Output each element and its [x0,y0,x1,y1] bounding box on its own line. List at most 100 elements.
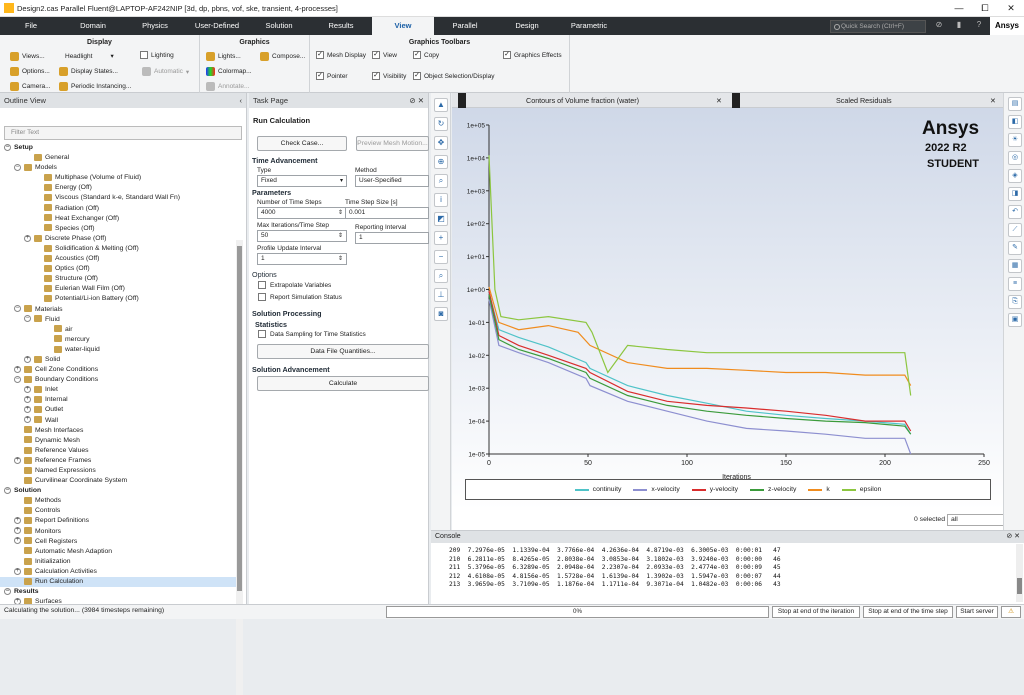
report-icon[interactable]: ▦ [1008,259,1022,273]
pointer-tool-icon[interactable]: ▲ [434,98,448,112]
rotate-tool-icon[interactable]: ↻ [434,117,448,131]
axes-icon[interactable]: ⊥ [434,288,448,302]
tree-item[interactable]: + Monitors [0,527,236,537]
display-icon[interactable]: ◧ [1008,115,1022,129]
mirror-icon[interactable]: ◨ [1008,187,1022,201]
tree-item[interactable]: Initialization [0,557,236,567]
zoom-tool-icon[interactable]: ⊕ [434,155,448,169]
start-server-button[interactable]: Start server [956,606,998,618]
mesh-display-checkbox[interactable]: ✓ Mesh Display [316,51,366,59]
collapse-icon[interactable]: − [24,315,31,323]
tree-item[interactable]: − Solution [0,486,236,496]
light-icon[interactable]: ☀ [1008,133,1022,147]
profile-update-input[interactable]: 1 ⇕ [257,253,347,265]
tab-user-defined[interactable]: User-Defined [186,17,248,35]
colormap-button[interactable]: Colormap... [206,67,252,76]
residuals-graphics-window[interactable]: 1e-05 1e-04 1e-03 1e-02 1e-01 1e+00 1e+01 1e+02… [452,108,1003,510]
tree-item[interactable]: Species (Off) [0,224,236,234]
legend-icon[interactable]: ≡ [1008,277,1022,291]
zoom-in-icon[interactable]: + [434,231,448,245]
view-front-icon[interactable]: ◎ [1008,151,1022,165]
lighting-checkbox[interactable]: Lighting [140,51,174,59]
stop-time-step-button[interactable]: Stop at end of the time step [863,606,953,618]
close-residuals-tab-icon[interactable]: ✕ [990,93,996,108]
tab-parametric[interactable]: Parametric [558,17,620,35]
close-contours-tab-icon[interactable]: ✕ [716,93,722,108]
periodic-instancing-button[interactable]: Periodic Instancing... [59,82,131,91]
filter-text-input[interactable]: Filter Text [4,126,242,140]
layout-icon[interactable]: ▤ [1008,97,1022,111]
outline-scroll-thumb[interactable] [237,246,242,591]
pointer-checkbox[interactable]: ✓ Pointer [316,72,348,80]
tab-contours[interactable]: Contours of Volume fraction (water) [526,93,639,108]
warning-icon[interactable]: ⚠ [1001,606,1021,618]
tree-item[interactable]: + Internal [0,395,236,405]
report-status-checkbox[interactable]: Report Simulation Status [258,293,342,301]
tab-scaled-residuals[interactable]: Scaled Residuals [836,93,892,108]
tab-view[interactable]: View [372,17,434,35]
tree-item[interactable]: Solidification & Melting (Off) [0,244,236,254]
console-scroll-thumb[interactable] [1017,578,1022,594]
collapse-icon[interactable]: − [14,305,21,313]
tree-item[interactable]: Heat Exchanger (Off) [0,214,236,224]
camera-view-icon[interactable]: ◙ [434,307,448,321]
tree-item[interactable]: water-liquid [0,345,236,355]
help-question-icon[interactable]: ? [972,20,986,32]
expand-icon[interactable]: + [24,355,31,363]
tree-item[interactable]: − Results [0,587,236,597]
tree-item[interactable]: Dynamic Mesh [0,436,236,446]
tree-item[interactable]: + Inlet [0,385,236,395]
expand-icon[interactable]: + [14,537,21,545]
reporting-interval-input[interactable]: 1 [355,232,429,244]
copy-image-icon[interactable]: ⎘ [1008,295,1022,309]
settings-icon[interactable]: ▮ [952,20,966,32]
tree-item[interactable]: General [0,153,236,163]
compose-button[interactable]: Compose... [260,52,305,61]
options-button[interactable]: Options... [10,67,50,76]
view-iso-icon[interactable]: ◈ [1008,169,1022,183]
expand-icon[interactable]: + [14,517,21,525]
camera-button[interactable]: Camera... [10,82,51,91]
undo-view-icon[interactable]: ↶ [1008,205,1022,219]
expand-icon[interactable]: + [14,365,21,373]
tree-item[interactable]: + Cell Registers [0,537,236,547]
expand-icon[interactable]: + [24,406,31,414]
tree-item[interactable]: Potential/Li-ion Battery (Off) [0,294,236,304]
tree-item[interactable]: Radiation (Off) [0,204,236,214]
headlight-dropdown[interactable]: Headlight ▾ [65,52,114,61]
tree-item[interactable]: − Fluid [0,315,236,325]
lights-button[interactable]: Lights... [206,52,241,61]
annotate-button[interactable]: Annotate... [206,82,249,91]
close-window-button[interactable]: ✕ [998,3,1024,14]
tree-item[interactable]: Acoustics (Off) [0,254,236,264]
tab-file[interactable]: File [0,17,62,35]
tree-item[interactable]: − Models [0,163,236,173]
tree-item[interactable]: Optics (Off) [0,264,236,274]
help-icon[interactable]: ⊘ [932,20,946,32]
maximize-button[interactable]: ⧠ [972,3,998,14]
calculate-button[interactable]: Calculate [257,376,429,391]
display-states-button[interactable]: Display States... [59,67,118,76]
type-dropdown[interactable]: Fixed ▾ [257,175,347,187]
tab-results[interactable]: Results [310,17,372,35]
method-dropdown[interactable]: User-Specified [355,175,429,187]
tree-item[interactable]: + Cell Zone Conditions [0,365,236,375]
expand-icon[interactable]: + [14,527,21,535]
tree-item[interactable]: Eulerian Wall Film (Off) [0,284,236,294]
collapse-icon[interactable]: − [4,143,11,151]
save-image-icon[interactable]: ▣ [1008,313,1022,327]
expand-icon[interactable]: + [24,234,31,242]
task-page-options-icon[interactable]: ⊘ ✕ [409,93,424,108]
tree-item[interactable]: air [0,325,236,335]
tree-item[interactable]: Curvilinear Coordinate System [0,476,236,486]
tree-item[interactable]: Controls [0,506,236,516]
preview-mesh-motion-button[interactable]: Preview Mesh Motion... [356,136,429,151]
tree-item[interactable]: − Boundary Conditions [0,375,236,385]
tree-item[interactable]: + Solid [0,355,236,365]
console-options-icon[interactable]: ⊘ ✕ [1006,531,1020,543]
time-step-size-input[interactable]: 0.001 [345,207,429,219]
collapse-icon[interactable]: − [4,587,11,595]
zoom-fit-icon[interactable]: ⌕ [434,269,448,283]
console-scrollbar[interactable] [1016,544,1023,602]
extrapolate-checkbox[interactable]: Extrapolate Variables [258,281,331,289]
